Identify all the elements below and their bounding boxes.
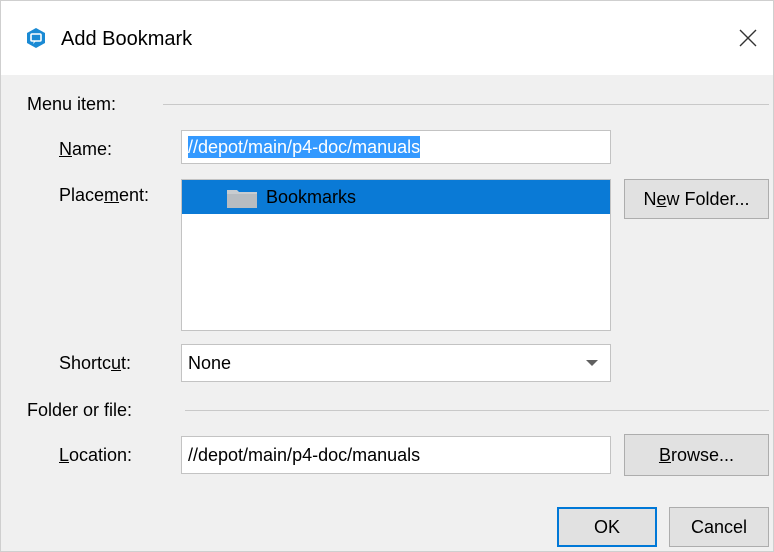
name-label: Name: [59, 139, 113, 159]
shortcut-label: Shortcut: [59, 353, 132, 373]
placement-item-bookmarks[interactable]: Bookmarks [182, 180, 610, 214]
close-icon [739, 29, 757, 47]
folder-icon [226, 187, 258, 209]
browse-button[interactable]: Browse... [624, 434, 769, 476]
location-label: Location: [59, 445, 133, 465]
placement-item-label: Bookmarks [266, 187, 357, 207]
location-field[interactable]: //depot/main/p4-doc/manuals [181, 436, 611, 474]
new-folder-button[interactable]: New Folder... [624, 179, 769, 219]
folder-group-divider [185, 410, 769, 411]
add-bookmark-dialog: Add Bookmark Menu item: Name: //depot/ma… [0, 0, 774, 552]
helix-app-icon [25, 27, 47, 49]
shortcut-select[interactable]: None [181, 344, 611, 382]
menu-item-group-divider [163, 104, 769, 105]
close-button[interactable] [723, 15, 773, 61]
title-bar: Add Bookmark [1, 1, 773, 75]
location-field-value: //depot/main/p4-doc/manuals [188, 445, 421, 465]
dialog-title: Add Bookmark [61, 28, 193, 50]
folder-group-label: Folder or file: [27, 400, 133, 420]
ok-button[interactable]: OK [557, 507, 657, 547]
name-field-value: //depot/main/p4-doc/manuals [188, 136, 421, 158]
placement-list[interactable]: Bookmarks [181, 179, 611, 331]
shortcut-value: None [188, 353, 232, 373]
menu-item-group-label: Menu item: [27, 94, 117, 114]
name-field[interactable]: //depot/main/p4-doc/manuals [181, 130, 611, 164]
placement-label: Placement: [59, 185, 150, 205]
chevron-down-icon [586, 360, 598, 366]
cancel-button[interactable]: Cancel [669, 507, 769, 547]
